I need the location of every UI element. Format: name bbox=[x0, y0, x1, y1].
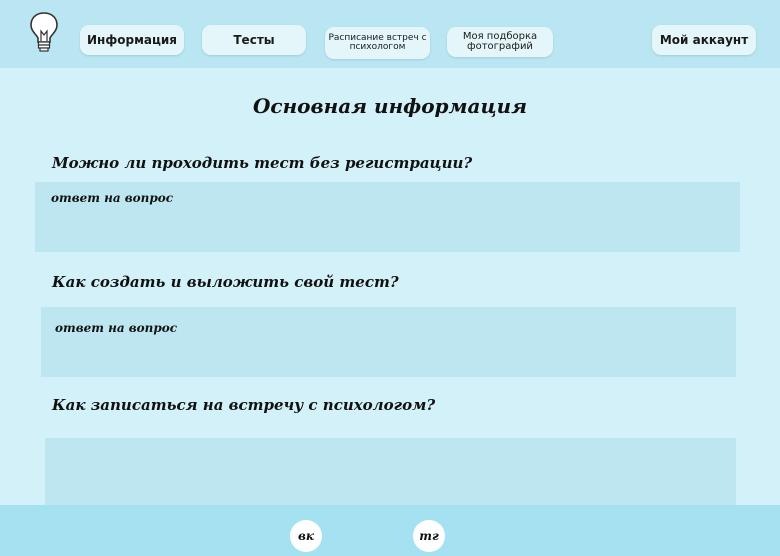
footer: вк тг bbox=[0, 505, 780, 556]
lightbulb-icon[interactable] bbox=[28, 10, 60, 54]
nav-info-label: Информация bbox=[87, 32, 177, 47]
faq-question-1: Можно ли проходить тест без регистрации? bbox=[52, 154, 473, 172]
faq-answer-box-2: ответ на вопрос bbox=[41, 307, 736, 377]
header: Информация Тесты Расписание встреч с пси… bbox=[0, 0, 780, 68]
nav-photos-button[interactable]: Моя подборка фотографий bbox=[447, 27, 553, 57]
page-title: Основная информация bbox=[252, 94, 528, 118]
faq-answer-2: ответ на вопрос bbox=[55, 321, 178, 335]
nav-photos-label: Моя подборка фотографий bbox=[462, 30, 538, 53]
nav-schedule-label-line2: психологом bbox=[349, 42, 406, 52]
faq-question-3: Как записаться на встречу с психологом? bbox=[52, 396, 436, 414]
nav-info-button[interactable]: Информация bbox=[80, 25, 184, 55]
nav-photos-label-line1: Моя подборка bbox=[462, 30, 538, 42]
tg-label: тг bbox=[419, 529, 439, 543]
nav-schedule-label: Расписание встреч с психологом bbox=[328, 33, 426, 53]
tg-link[interactable]: тг bbox=[413, 520, 445, 552]
nav-photos-label-line2: фотографий bbox=[467, 41, 533, 52]
nav-account-button[interactable]: Мой аккаунт bbox=[652, 25, 756, 55]
nav-schedule-button[interactable]: Расписание встреч с психологом bbox=[325, 27, 430, 59]
vk-link[interactable]: вк bbox=[290, 520, 322, 552]
faq-answer-box-1: ответ на вопрос bbox=[35, 182, 740, 252]
vk-label: вк bbox=[297, 529, 314, 543]
faq-answer-1: ответ на вопрос bbox=[51, 191, 174, 205]
faq-question-2: Как создать и выложить свой тест? bbox=[52, 273, 399, 291]
nav-tests-label: Тесты bbox=[233, 32, 275, 47]
nav-tests-button[interactable]: Тесты bbox=[202, 25, 306, 55]
faq-answer-box-3 bbox=[45, 438, 736, 508]
nav-account-label: Мой аккаунт bbox=[659, 32, 749, 47]
